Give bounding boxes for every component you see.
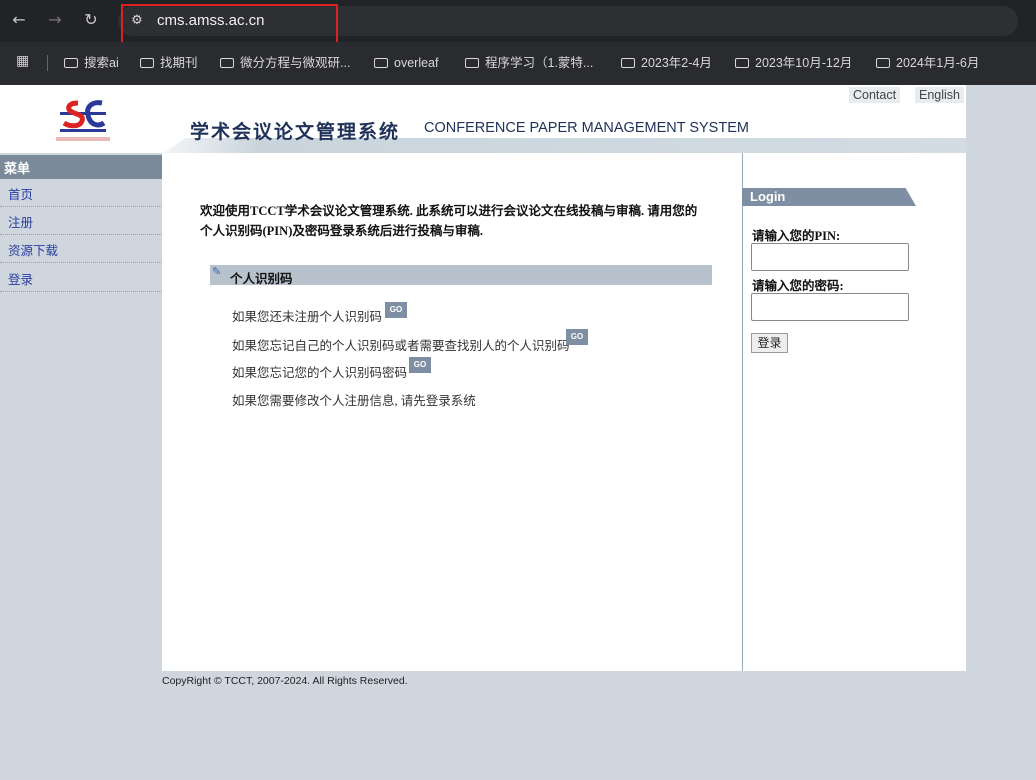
welcome-text: 欢迎使用TCCT学术会议论文管理系统. 此系统可以进行会议论文在线投稿与审稿. …: [200, 201, 705, 241]
header-wedge: [162, 138, 186, 154]
login-heading: Login: [742, 188, 916, 206]
site-title-cn: 学术会议论文管理系统: [190, 121, 401, 143]
folder-icon: [220, 58, 234, 68]
menu-item-label: 首页: [8, 188, 34, 202]
bookmark-label: 2024年1月-6月: [896, 56, 980, 70]
menu-item-label: 注册: [8, 216, 34, 230]
pin-input[interactable]: [751, 243, 909, 271]
bookmark-item[interactable]: overleaf: [374, 53, 438, 73]
logo-caption: [56, 137, 110, 141]
bookmark-label: 找期刊: [160, 56, 198, 70]
row-text: 如果您需要修改个人注册信息, 请先登录系统: [232, 394, 476, 408]
folder-icon: [374, 58, 388, 68]
folder-icon: [876, 58, 890, 68]
bookmark-item[interactable]: 2023年10月-12月: [735, 53, 852, 73]
menu-item-login[interactable]: 登录: [0, 264, 162, 292]
back-icon[interactable]: ←: [8, 9, 30, 31]
bookmark-item[interactable]: 微分方程与微观研...: [220, 53, 350, 73]
welcome-line: 欢迎使用TCCT学术会议论文管理系统. 此系统可以进行会议论文在线投稿与审稿. …: [200, 204, 698, 218]
bookmark-item[interactable]: 2023年2-4月: [621, 53, 712, 73]
page: 学术会议论文管理系统 CONFERENCE PAPER MANAGEMENT S…: [0, 85, 1036, 780]
contact-link[interactable]: Contact: [849, 87, 901, 103]
menu-item-label: 资源下载: [8, 244, 59, 258]
bookmarks-separator: [47, 55, 48, 71]
bookmark-item[interactable]: 搜索ai: [64, 53, 119, 73]
row-text: 如果您还未注册个人识别码: [232, 310, 383, 324]
logo-area: [0, 85, 162, 153]
bookmark-item[interactable]: 找期刊: [140, 53, 198, 73]
apps-grid-icon[interactable]: ▦: [16, 53, 32, 69]
password-label: 请输入您的密码:: [752, 279, 844, 293]
folder-icon: [465, 58, 479, 68]
menu-item-register[interactable]: 注册: [0, 207, 162, 235]
login-heading-label: Login: [750, 189, 786, 204]
folder-icon: [64, 58, 78, 68]
pin-label: 请输入您的PIN:: [752, 229, 841, 243]
edit-icon: ✎: [212, 265, 222, 278]
folder-icon: [140, 58, 154, 68]
row-text: 如果您忘记自己的个人识别码或者需要查找别人的个人识别码: [232, 339, 570, 353]
row-text: 如果您忘记您的个人识别码密码: [232, 366, 408, 380]
bookmark-label: 2023年10月-12月: [755, 56, 853, 70]
menu-heading-label: 菜单: [4, 161, 31, 176]
logo-icon[interactable]: [58, 97, 108, 137]
bookmark-item[interactable]: 程序学习（1.蒙特...: [465, 53, 593, 73]
footer-copyright: CopyRight © TCCT, 2007-2024. All Rights …: [162, 675, 408, 687]
bookmark-label: 搜索ai: [84, 56, 119, 70]
menu-heading: 菜单: [0, 155, 162, 179]
bookmark-label: 2023年2-4月: [641, 56, 712, 70]
go-button[interactable]: GO: [566, 329, 588, 345]
bookmark-item[interactable]: 2024年1月-6月: [876, 53, 979, 73]
menu-item-label: 登录: [8, 273, 34, 287]
bookmark-label: 程序学习（1.蒙特...: [485, 56, 594, 70]
forward-icon[interactable]: →: [44, 9, 66, 31]
section-title: 个人识别码: [230, 272, 293, 286]
menu-item-home[interactable]: 首页: [0, 179, 162, 207]
english-link[interactable]: English: [915, 87, 964, 103]
bookmark-label: 微分方程与微观研...: [240, 56, 351, 70]
welcome-line: 个人识别码(PIN)及密码登录系统后进行投稿与审稿.: [200, 224, 483, 238]
bookmark-label: overleaf: [394, 56, 439, 70]
folder-icon: [735, 58, 749, 68]
menu-item-downloads[interactable]: 资源下载: [0, 235, 162, 263]
go-button[interactable]: GO: [409, 357, 431, 373]
password-input[interactable]: [751, 293, 909, 321]
site-title-en: CONFERENCE PAPER MANAGEMENT SYSTEM: [424, 120, 749, 136]
reload-icon[interactable]: ↻: [80, 9, 102, 31]
go-button[interactable]: GO: [385, 302, 407, 318]
login-button[interactable]: 登录: [751, 333, 788, 353]
folder-icon: [621, 58, 635, 68]
